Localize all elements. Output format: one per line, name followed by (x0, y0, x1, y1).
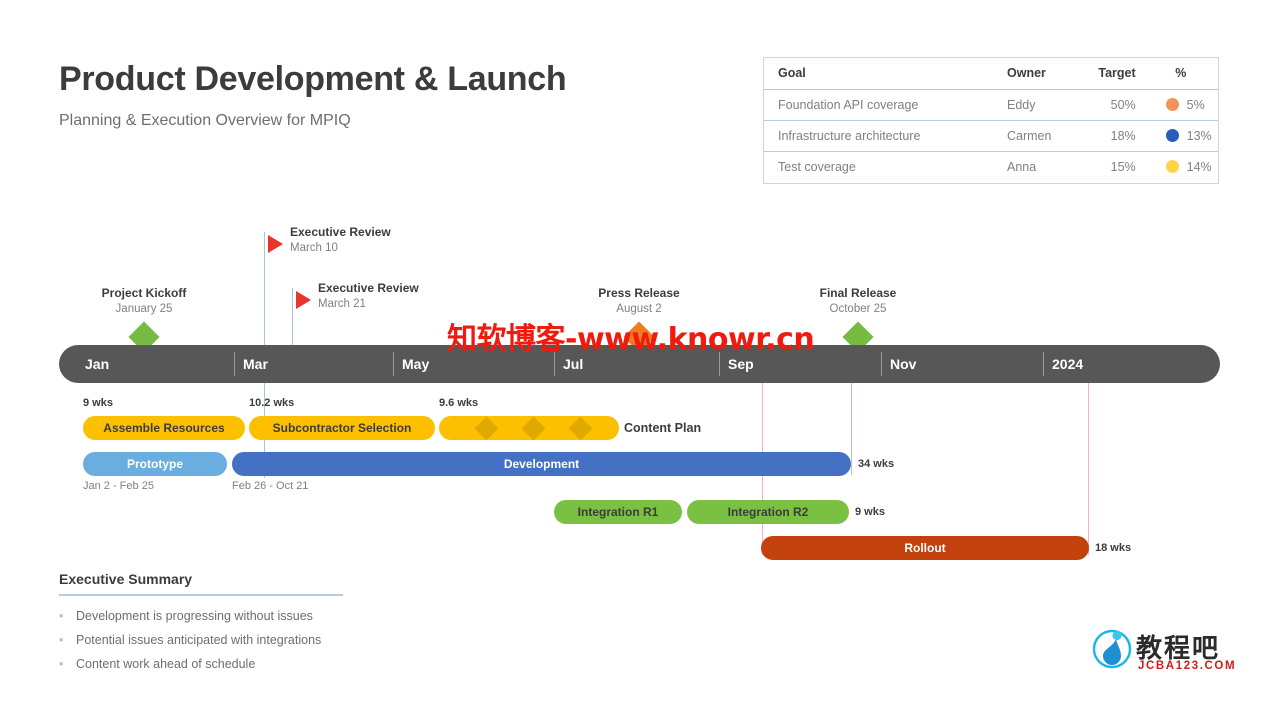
milestone-title: Press Release (598, 286, 680, 300)
target-cell: 15% (1110, 159, 1136, 174)
gantt-duration-label: 10.2 wks (249, 397, 295, 409)
gantt-duration-label: 9.6 wks (439, 397, 479, 409)
gantt-bar[interactable]: Integration R1 (554, 500, 682, 524)
bullet-icon: • (59, 657, 64, 671)
gantt-bar[interactable] (439, 416, 619, 440)
brand-logo: 教程吧 JCBA123.COM (1092, 628, 1252, 684)
gantt-bar-outside-label: Content Plan (624, 421, 702, 435)
page-subtitle: Planning & Execution Overview for MPIQ (59, 112, 351, 129)
milestone: Press Release August 2 (549, 286, 729, 315)
list-item-text: Development is progressing without issue… (76, 609, 313, 623)
gantt-duration-label: 34 wks (858, 458, 895, 470)
list-item-text: Content work ahead of schedule (76, 657, 256, 671)
timeline-guideline (264, 232, 265, 345)
timeline-month-nov: Nov (890, 356, 917, 372)
goal-table: Goal Owner Target % Foundation API cover… (763, 57, 1219, 184)
goal-cell: Foundation API coverage (778, 97, 919, 112)
goal-table-header-goal: Goal (778, 66, 806, 81)
target-cell: 50% (1110, 97, 1136, 112)
logo-url-text: JCBA123.COM (1138, 660, 1237, 672)
milestone-title: Executive Review (318, 281, 419, 295)
owner-cell: Eddy (1007, 97, 1036, 112)
pct-cell: 14% (1144, 151, 1218, 182)
gantt-bar[interactable]: Integration R2 (687, 500, 849, 524)
page-title: Product Development & Launch (59, 60, 567, 98)
gantt-bar[interactable]: Development (232, 452, 851, 476)
timeline-month-sep: Sep (728, 356, 754, 372)
gantt-date-range: Feb 26 - Oct 21 (232, 480, 309, 492)
milestone-title: Final Release (819, 286, 897, 300)
pct-value: 5% (1186, 97, 1205, 112)
timeline-month-may: May (402, 356, 430, 372)
table-row: Infrastructure architecture Carmen 18% 13% (764, 120, 1218, 151)
milestone-date: January 25 (115, 303, 173, 315)
gantt-bar[interactable]: Assemble Resources (83, 416, 245, 440)
bullet-icon: • (59, 609, 64, 623)
gantt-bar-label: Prototype (126, 457, 183, 471)
timeline-month-jul: Jul (563, 356, 584, 372)
timeline-guideline (851, 383, 852, 475)
timeline-tick (1043, 352, 1044, 376)
timeline-tick (393, 352, 394, 376)
gantt-bar-label: Integration R2 (727, 505, 809, 519)
gantt-bar-label: Assemble Resources (103, 421, 225, 435)
milestone: Final Release October 25 (768, 286, 948, 315)
gantt-duration-label: 18 wks (1095, 542, 1132, 554)
gantt-bar-diamond-icon (568, 416, 593, 440)
milestone: Executive Review March 21 (318, 281, 419, 310)
milestone-date: March 10 (290, 242, 338, 254)
goal-table-header-row: Goal Owner Target % (764, 58, 1218, 89)
gantt-duration-label: 9 wks (83, 397, 113, 409)
status-dot-icon (1165, 160, 1179, 174)
gantt-bar-diamond-icon (474, 416, 499, 440)
timeline-month-mar: Mar (243, 356, 268, 372)
gantt-bar-label: Integration R1 (577, 505, 659, 519)
table-row: Test coverage Anna 15% 14% (764, 151, 1218, 182)
droplet-logo-icon (1092, 629, 1132, 669)
status-dot-icon (1165, 98, 1179, 111)
milestone-flag-icon (296, 291, 311, 309)
timeline-tick (881, 352, 882, 376)
timeline-month-2024: 2024 (1052, 356, 1084, 372)
gantt-bar-label: Subcontractor Selection (272, 421, 412, 435)
goal-table-header-pct: % (1175, 66, 1187, 81)
milestone-date: March 21 (318, 298, 366, 310)
gantt-bar-label: Rollout (904, 541, 946, 555)
milestone-title: Project Kickoff (101, 286, 187, 300)
owner-cell: Anna (1007, 159, 1037, 174)
pct-value: 14% (1186, 159, 1212, 174)
milestone-title: Executive Review (290, 225, 391, 239)
timeline-guideline (292, 288, 293, 345)
gantt-date-range: Jan 2 - Feb 25 (83, 480, 154, 492)
pct-cell: 13% (1144, 120, 1218, 151)
goal-table-header-target: Target (1098, 66, 1136, 81)
timeline-month-jan: Jan (85, 356, 110, 372)
gantt-duration-label: 9 wks (855, 506, 885, 518)
gantt-bar[interactable]: Rollout (761, 536, 1089, 560)
milestone: Executive Review March 10 (290, 225, 391, 254)
list-item-text: Potential issues anticipated with integr… (76, 633, 322, 647)
owner-cell: Carmen (1007, 128, 1052, 143)
bullet-icon: • (59, 633, 64, 647)
timeline-tick (234, 352, 235, 376)
pct-cell: 5% (1144, 89, 1218, 120)
slide-canvas: Product Development & Launch Planning & … (0, 0, 1280, 720)
status-dot-icon (1165, 129, 1179, 142)
gantt-bar-diamond-icon (521, 416, 546, 440)
timeline-guideline (1088, 383, 1089, 555)
gantt-bar-label: Development (503, 457, 580, 471)
milestone: Project Kickoff January 25 (54, 286, 234, 315)
executive-summary-heading: Executive Summary (59, 571, 193, 587)
executive-summary-divider (59, 594, 343, 596)
goal-table-header-owner: Owner (1007, 66, 1046, 81)
gantt-bar[interactable]: Subcontractor Selection (249, 416, 435, 440)
pct-value: 13% (1186, 128, 1212, 143)
target-cell: 18% (1110, 128, 1136, 143)
center-watermark: 知软博客-www.knowr.cn (447, 322, 815, 357)
gantt-bar[interactable]: Prototype (83, 452, 227, 476)
milestone-flag-icon (268, 235, 283, 253)
goal-cell: Infrastructure architecture (778, 128, 921, 143)
table-row: Foundation API coverage Eddy 50% 5% (764, 89, 1218, 120)
goal-cell: Test coverage (778, 159, 856, 174)
